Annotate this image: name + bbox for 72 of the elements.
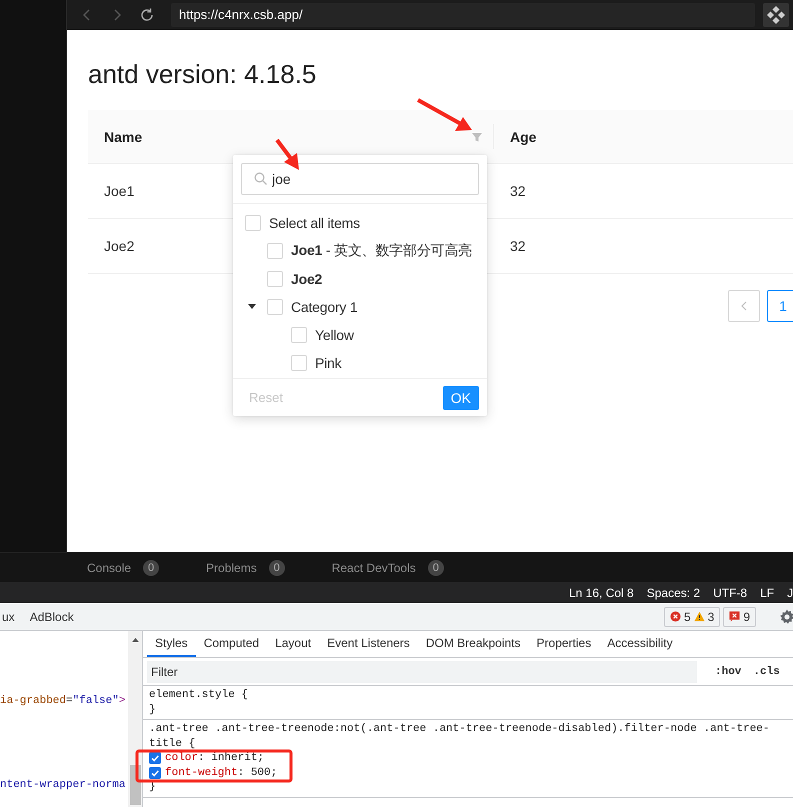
issue-count: 9 (743, 610, 750, 624)
extension-icon[interactable] (763, 3, 789, 27)
filter-icon[interactable] (471, 130, 483, 142)
status-item[interactable]: J (787, 586, 793, 600)
status-item[interactable]: Spaces: 2 (646, 586, 700, 600)
status-item[interactable]: LF (760, 586, 774, 600)
scrollbar[interactable] (128, 631, 143, 807)
status-item[interactable]: UTF-8 (713, 586, 748, 600)
page-heading: antd version: 4.18.5 (88, 58, 318, 90)
tag-bracket: > (118, 695, 126, 707)
panel-tab[interactable]: React DevTools (332, 560, 416, 574)
attribute-value: ntent-wrapper-norma (0, 779, 126, 791)
issue-icon (729, 611, 740, 622)
scroll-up-icon[interactable] (132, 637, 139, 642)
attribute-value: "false" (72, 695, 119, 707)
count-badge: 0 (428, 560, 444, 576)
panel-tab[interactable]: DOM Breakpoints (418, 631, 529, 657)
chevron-left-icon (739, 301, 749, 311)
panel-tab[interactable]: Console (87, 560, 132, 574)
count-badge: 0 (143, 560, 160, 576)
refresh-icon[interactable] (139, 7, 155, 23)
settings-icon[interactable] (779, 608, 793, 624)
property-value: : 500; (238, 766, 278, 780)
filter-field[interactable]: Filter (147, 660, 697, 682)
checkmark-icon (150, 753, 160, 764)
panel-tab[interactable]: Properties (528, 631, 600, 657)
table-cell: 32 (510, 183, 526, 199)
error-icon (670, 611, 681, 622)
tree-node-title[interactable]: Yellow (315, 327, 354, 343)
checkbox[interactable] (149, 752, 161, 764)
status-item[interactable]: Ln 16, Col 8 (569, 586, 634, 600)
checkmark-icon (150, 768, 160, 778)
error-counter[interactable]: 5 3 (664, 606, 720, 626)
annotation-arrow (417, 98, 472, 131)
panel-tab[interactable]: Styles (147, 631, 196, 657)
panel-tab[interactable]: Accessibility (599, 631, 681, 657)
property-name: font-weight (165, 766, 238, 780)
devtools-tab[interactable]: AdBlock (30, 610, 74, 624)
annotation-arrow (275, 138, 299, 170)
select-all-label[interactable]: Select all items (269, 215, 360, 231)
css-selector: .ant-tree .ant-tree-treenode:not(.ant-tree .ant-tree-treenode-disabled).filter-node .ant-tree-title { (149, 722, 771, 751)
tree-node-title[interactable]: Category 1 (291, 299, 358, 315)
panel-tab[interactable]: Computed (196, 631, 268, 657)
tree-node-title[interactable]: Joe2 (291, 271, 322, 287)
issues-counter[interactable]: 9 (723, 606, 756, 626)
warning-icon (694, 611, 705, 622)
table-cell: 32 (510, 238, 526, 254)
property-value: : inherit; (198, 751, 264, 766)
error-count: 5 (684, 610, 691, 624)
table-cell: Joe2 (104, 238, 134, 254)
column-title: Name (104, 128, 142, 144)
panel-tab[interactable]: Layout (267, 631, 320, 657)
search-field[interactable]: joe (241, 163, 479, 195)
panel-tab[interactable]: Event Listeners (319, 631, 418, 657)
toggle-button[interactable]: .cls (753, 666, 780, 678)
count-badge: 0 (268, 560, 285, 576)
table-cell: Joe1 (104, 183, 134, 199)
property-name: color (165, 751, 198, 766)
checkbox[interactable] (149, 766, 161, 779)
panel-tab[interactable]: Problems (206, 560, 257, 574)
attribute-name: ia-grabbed (0, 695, 66, 707)
column-title: Age (510, 128, 536, 144)
warning-count: 3 (708, 610, 714, 624)
tree-node-title[interactable]: Joe1 - 英文、数字部分可高亮 (291, 242, 472, 260)
tree-node-title[interactable]: Pink (315, 355, 342, 371)
equals-sign: = (66, 695, 73, 707)
devtools-tab[interactable]: ux (2, 610, 15, 624)
search-icon (254, 172, 268, 186)
toggle-button[interactable]: :hov (715, 666, 742, 678)
url-field[interactable]: https://c4nrx.csb.app/ (171, 3, 755, 27)
css-selector: element.style { (149, 688, 250, 702)
closing-brace: } (149, 702, 157, 717)
